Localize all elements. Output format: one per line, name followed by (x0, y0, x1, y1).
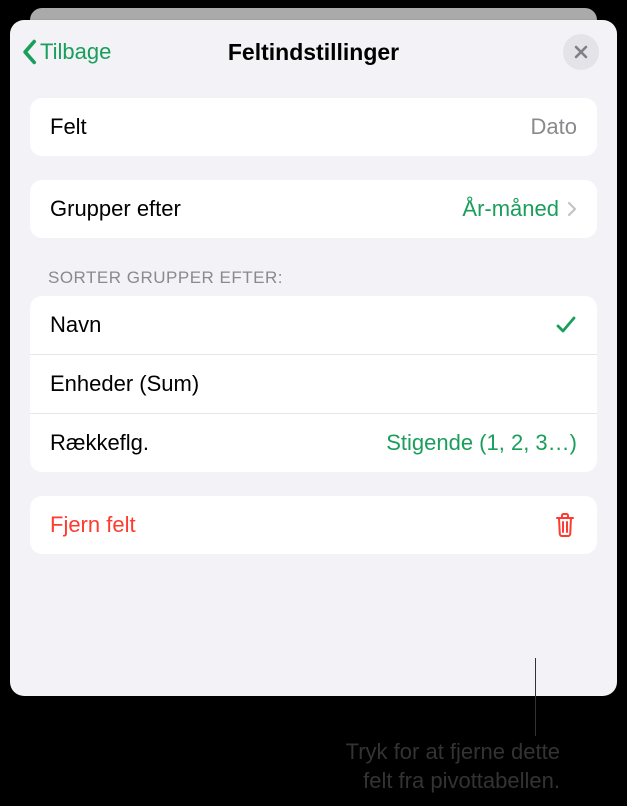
close-icon (573, 44, 589, 60)
callout-line2: felt fra pivottabellen. (363, 768, 560, 793)
sort-order-label: Rækkeflg. (50, 430, 149, 456)
field-label: Felt (50, 114, 87, 140)
sort-name-label: Navn (50, 312, 101, 338)
group-by-label: Grupper efter (50, 196, 181, 222)
back-button[interactable]: Tilbage (20, 39, 111, 65)
sort-units-label: Enheder (Sum) (50, 371, 199, 397)
field-group: Felt Dato (30, 98, 597, 156)
sort-order-value: Stigende (1, 2, 3…) (386, 430, 577, 456)
chevron-left-icon (20, 39, 38, 65)
close-button[interactable] (563, 34, 599, 70)
field-row[interactable]: Felt Dato (30, 98, 597, 156)
settings-sheet: Tilbage Feltindstillinger Felt Dato Grup… (10, 20, 617, 696)
callout-line (535, 658, 536, 736)
remove-field-row[interactable]: Fjern felt (30, 496, 597, 554)
remove-field-label: Fjern felt (50, 512, 136, 538)
chevron-right-icon (567, 201, 577, 217)
navigation-bar: Tilbage Feltindstillinger (10, 20, 617, 80)
group-by-row[interactable]: Grupper efter År-måned (30, 180, 597, 238)
checkmark-icon (555, 314, 577, 336)
trash-icon (553, 512, 577, 538)
remove-group: Fjern felt (30, 496, 597, 554)
group-by-value: År-måned (462, 196, 559, 222)
sort-group: Navn Enheder (Sum) Rækkeflg. Stigende (1… (30, 296, 597, 472)
sort-name-row[interactable]: Navn (30, 296, 597, 354)
sort-order-row[interactable]: Rækkeflg. Stigende (1, 2, 3…) (30, 413, 597, 472)
content-area: Felt Dato Grupper efter År-måned Sorter … (10, 80, 617, 554)
callout-line1: Tryk for at fjerne dette (346, 739, 560, 764)
sort-section-header: Sorter grupper efter: (48, 268, 597, 288)
back-label: Tilbage (40, 39, 111, 65)
group-by-group: Grupper efter År-måned (30, 180, 597, 238)
sort-units-row[interactable]: Enheder (Sum) (30, 354, 597, 413)
callout-text: Tryk for at fjerne dette felt fra pivott… (0, 738, 560, 795)
field-value: Dato (531, 114, 577, 140)
